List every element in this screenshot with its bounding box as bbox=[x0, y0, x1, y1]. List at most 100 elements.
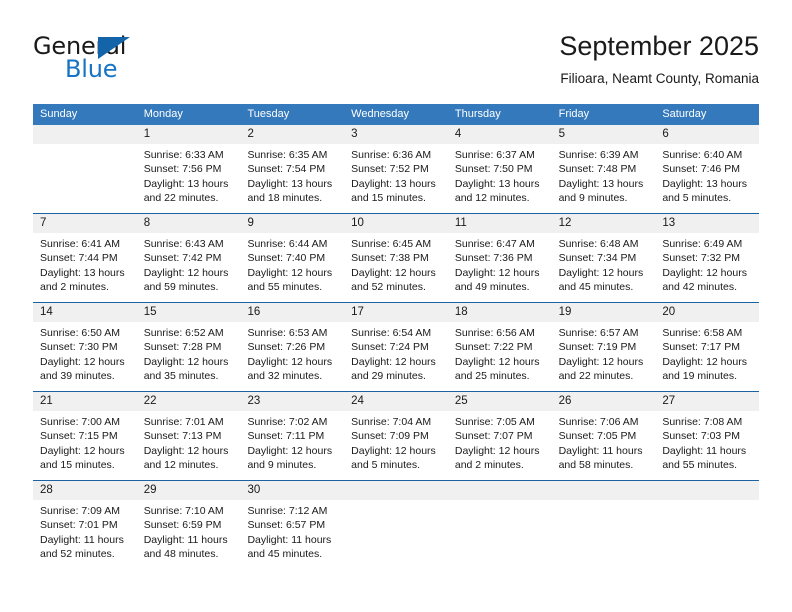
day-number[interactable]: 24 bbox=[344, 392, 448, 411]
day-number[interactable]: 12 bbox=[552, 214, 656, 233]
day-detail-line: and 48 minutes. bbox=[143, 548, 219, 561]
day-cell[interactable]: Sunrise: 6:54 AM Sunset: 7:24 PM Daylight:… bbox=[344, 322, 448, 391]
day-detail-line: Daylight: 11 hours bbox=[40, 533, 124, 546]
day-cell[interactable]: Sunrise: 6:35 AM Sunset: 7:54 PM Daylight:… bbox=[240, 144, 344, 213]
day-number[interactable]: 23 bbox=[240, 392, 344, 411]
day-number[interactable]: 18 bbox=[448, 303, 552, 322]
day-cell[interactable]: Sunrise: 6:49 AM Sunset: 7:32 PM Daylight:… bbox=[655, 233, 759, 302]
weekday-header-monday: Monday bbox=[143, 108, 183, 120]
day-number[interactable]: 7 bbox=[33, 214, 137, 233]
day-cell[interactable]: Sunrise: 7:05 AM Sunset: 7:07 PM Daylight:… bbox=[448, 411, 552, 480]
day-number[interactable]: 1 bbox=[137, 125, 241, 144]
day-number[interactable]: 3 bbox=[344, 125, 448, 144]
day-cell[interactable]: Sunrise: 7:02 AM Sunset: 7:11 PM Daylight:… bbox=[240, 411, 344, 480]
day-number[interactable]: 25 bbox=[448, 392, 552, 411]
calendar-page: General Blue September 2025 Filioara, Ne… bbox=[0, 0, 792, 612]
day-cell[interactable]: Sunrise: 6:36 AM Sunset: 7:52 PM Daylight:… bbox=[344, 144, 448, 213]
day-cell[interactable]: Sunrise: 7:00 AM Sunset: 7:15 PM Daylight:… bbox=[33, 411, 137, 480]
day-number[interactable]: 29 bbox=[137, 481, 241, 500]
day-cell[interactable]: Sunrise: 6:44 AM Sunset: 7:40 PM Daylight:… bbox=[240, 233, 344, 302]
calendar-weeks: 1 2 3 4 5 6 Sunrise: 6:33 AM Sunset: 7:56 PM Day… bbox=[33, 125, 759, 572]
day-cell[interactable]: Sunrise: 6:53 AM Sunset: 7:26 PM Daylight:… bbox=[240, 322, 344, 391]
day-cell[interactable]: Sunrise: 7:06 AM Sunset: 7:05 PM Daylight:… bbox=[552, 411, 656, 480]
day-number[interactable]: 6 bbox=[655, 125, 759, 144]
day-detail-line: Daylight: 12 hours bbox=[40, 355, 125, 368]
day-cell[interactable]: Sunrise: 7:08 AM Sunset: 7:03 PM Daylight:… bbox=[655, 411, 759, 480]
day-cell-empty bbox=[655, 500, 759, 572]
day-detail-line: Sunrise: 6:45 AM bbox=[351, 238, 432, 250]
day-number[interactable]: 26 bbox=[552, 392, 656, 411]
day-detail-line: Sunrise: 7:12 AM bbox=[247, 505, 328, 517]
day-number[interactable]: 21 bbox=[33, 392, 137, 411]
day-cell[interactable]: Sunrise: 6:57 AM Sunset: 7:19 PM Daylight:… bbox=[552, 322, 656, 391]
day-detail-line: Sunset: 7:09 PM bbox=[351, 430, 429, 443]
weekday-header-sunday: Sunday bbox=[40, 108, 78, 120]
day-cell[interactable]: Sunrise: 6:33 AM Sunset: 7:56 PM Daylight:… bbox=[137, 144, 241, 213]
week-detail-band: Sunrise: 6:50 AM Sunset: 7:30 PM Daylight:… bbox=[33, 322, 759, 391]
logo-text-blue: Blue bbox=[65, 55, 118, 83]
day-cell[interactable]: Sunrise: 6:47 AM Sunset: 7:36 PM Daylight:… bbox=[448, 233, 552, 302]
day-cell[interactable]: Sunrise: 6:52 AM Sunset: 7:28 PM Daylight:… bbox=[137, 322, 241, 391]
day-cell[interactable]: Sunrise: 7:01 AM Sunset: 7:13 PM Daylight:… bbox=[137, 411, 241, 480]
day-number[interactable]: 17 bbox=[344, 303, 448, 322]
day-detail-line: Sunset: 7:40 PM bbox=[247, 252, 326, 265]
day-cell[interactable]: Sunrise: 6:56 AM Sunset: 7:22 PM Daylight:… bbox=[448, 322, 552, 391]
day-cell[interactable]: Sunrise: 6:50 AM Sunset: 7:30 PM Daylight:… bbox=[33, 322, 137, 391]
day-detail-line: Sunset: 7:46 PM bbox=[662, 163, 740, 176]
day-cell[interactable]: Sunrise: 6:37 AM Sunset: 7:50 PM Daylight:… bbox=[448, 144, 552, 213]
day-detail-line: Sunset: 7:01 PM bbox=[40, 519, 118, 532]
day-number[interactable]: 9 bbox=[240, 214, 344, 233]
day-number[interactable]: 10 bbox=[344, 214, 448, 233]
day-detail-line: and 45 minutes. bbox=[558, 281, 634, 294]
day-detail-line: Daylight: 12 hours bbox=[143, 266, 229, 279]
day-cell[interactable]: Sunrise: 6:39 AM Sunset: 7:48 PM Daylight:… bbox=[552, 144, 656, 213]
day-cell[interactable]: Sunrise: 6:43 AM Sunset: 7:42 PM Daylight:… bbox=[137, 233, 241, 302]
day-number-empty bbox=[448, 481, 552, 500]
day-detail-line: Sunset: 7:28 PM bbox=[143, 341, 222, 354]
day-cell[interactable]: Sunrise: 7:10 AM Sunset: 6:59 PM Daylight:… bbox=[137, 500, 241, 572]
day-cell[interactable]: Sunrise: 6:40 AM Sunset: 7:46 PM Daylight:… bbox=[655, 144, 759, 213]
day-number[interactable]: 11 bbox=[448, 214, 552, 233]
week-date-number-band: 7 8 9 10 11 12 13 bbox=[33, 214, 759, 233]
day-number[interactable]: 4 bbox=[448, 125, 552, 144]
day-detail-line: Daylight: 12 hours bbox=[247, 266, 333, 279]
day-cell[interactable]: Sunrise: 7:04 AM Sunset: 7:09 PM Daylight:… bbox=[344, 411, 448, 480]
day-detail-line: and 39 minutes. bbox=[40, 370, 115, 383]
page-title: September 2025 bbox=[559, 31, 759, 61]
day-detail-line: Sunrise: 6:54 AM bbox=[351, 327, 432, 339]
day-number[interactable]: 27 bbox=[655, 392, 759, 411]
day-detail-line: and 18 minutes. bbox=[247, 192, 323, 205]
day-cell[interactable]: Sunrise: 6:58 AM Sunset: 7:17 PM Daylight:… bbox=[655, 322, 759, 391]
day-number[interactable]: 2 bbox=[240, 125, 344, 144]
day-number[interactable]: 16 bbox=[240, 303, 344, 322]
day-detail-line: Sunset: 7:15 PM bbox=[40, 430, 118, 443]
day-number[interactable]: 22 bbox=[137, 392, 241, 411]
day-cell[interactable]: Sunrise: 6:48 AM Sunset: 7:34 PM Daylight:… bbox=[552, 233, 656, 302]
day-number[interactable]: 20 bbox=[655, 303, 759, 322]
day-number[interactable]: 30 bbox=[240, 481, 344, 500]
day-detail-line: Daylight: 11 hours bbox=[558, 444, 643, 457]
day-detail-line: and 5 minutes. bbox=[662, 192, 732, 205]
day-cell-empty bbox=[552, 500, 656, 572]
day-number[interactable]: 8 bbox=[137, 214, 241, 233]
day-number[interactable]: 19 bbox=[552, 303, 656, 322]
day-detail-line: Sunset: 7:24 PM bbox=[351, 341, 429, 354]
day-number[interactable]: 5 bbox=[552, 125, 656, 144]
day-detail-line: Sunrise: 6:36 AM bbox=[351, 149, 432, 161]
calendar-week-row: 7 8 9 10 11 12 13 Sunrise: 6:41 AM Sunset: 7:44 … bbox=[33, 213, 759, 302]
day-detail-line: and 59 minutes. bbox=[143, 281, 219, 294]
day-detail-line: Daylight: 12 hours bbox=[662, 266, 747, 279]
day-number[interactable]: 14 bbox=[33, 303, 137, 322]
general-blue-logo[interactable]: General Blue bbox=[33, 33, 193, 85]
day-cell[interactable]: Sunrise: 6:45 AM Sunset: 7:38 PM Daylight:… bbox=[344, 233, 448, 302]
day-detail-line: and 25 minutes. bbox=[454, 370, 530, 383]
calendar-week-row: 1 2 3 4 5 6 Sunrise: 6:33 AM Sunset: 7:56 PM Day… bbox=[33, 125, 759, 213]
day-detail-line: Sunset: 7:56 PM bbox=[143, 163, 222, 176]
day-detail-line: and 9 minutes. bbox=[247, 459, 317, 472]
day-cell[interactable]: Sunrise: 6:41 AM Sunset: 7:44 PM Daylight:… bbox=[33, 233, 137, 302]
day-cell[interactable]: Sunrise: 7:12 AM Sunset: 6:57 PM Daylight:… bbox=[240, 500, 344, 572]
day-number[interactable]: 28 bbox=[33, 481, 137, 500]
day-cell[interactable]: Sunrise: 7:09 AM Sunset: 7:01 PM Daylight:… bbox=[33, 500, 137, 572]
day-number[interactable]: 15 bbox=[137, 303, 241, 322]
day-number[interactable]: 13 bbox=[655, 214, 759, 233]
